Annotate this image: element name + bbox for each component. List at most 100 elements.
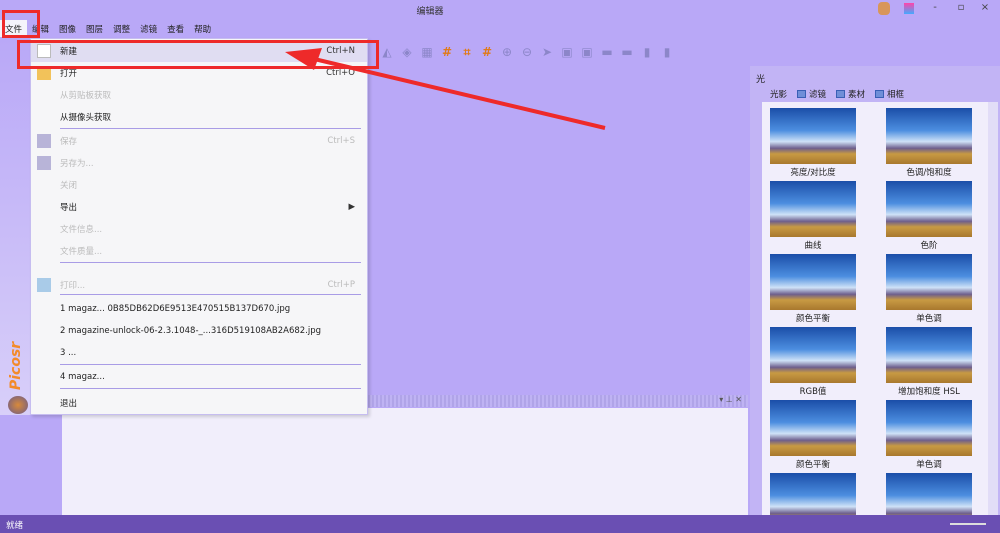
menu-item[interactable]: 文件信息... [31, 218, 367, 240]
menu-item[interactable]: 新建 Ctrl+N [31, 40, 367, 62]
slice-icon[interactable]: # [480, 45, 494, 59]
align-bottom-icon[interactable]: ▬ [600, 45, 614, 59]
lower-panel-header: ▾ ⊥ ✕ [368, 395, 748, 407]
tab-filter[interactable]: 滤镜 [797, 88, 826, 100]
effect-thumbnail[interactable] [770, 327, 856, 383]
menu-item[interactable]: 打印... Ctrl+P [31, 274, 367, 296]
tab-frame[interactable]: 相框 [875, 88, 904, 100]
menu-item-label: 导出 [60, 203, 78, 213]
maximize-button[interactable]: ▫ [952, 2, 970, 16]
effect-label: 单色调 [916, 314, 942, 324]
menu-item[interactable]: 文件质量... [31, 240, 367, 262]
menu-item-shortcut: ▶ [348, 202, 355, 212]
menu-item[interactable]: 导出 ▶ [31, 196, 367, 218]
toolbar: ◭ ◈ ▦ # ⌗ # ⊕ ⊖ ➤ ▣ ▣ ▬ ▬ ▮ ▮ [380, 42, 674, 62]
distribute-icon[interactable]: ▣ [580, 45, 594, 59]
minimize-button[interactable]: - [926, 2, 944, 16]
effect-thumbnail[interactable] [770, 181, 856, 237]
effect-label: 亮度/对比度 [790, 168, 836, 178]
scrollbar[interactable] [988, 102, 998, 515]
menu-item-shortcut: Ctrl+O [326, 68, 355, 78]
panel-tabs: 光影 滤镜 素材 相框 [770, 88, 904, 100]
menu-item-shortcut: Ctrl+S [327, 136, 355, 146]
menu-item-label: 另存为... [60, 159, 94, 169]
effect-label: 曲线 [804, 241, 822, 251]
menu-file[interactable]: 文件 [0, 20, 28, 37]
effect-thumbnail[interactable] [886, 327, 972, 383]
menu-item[interactable]: 退出 [31, 392, 367, 414]
zoom-slider[interactable] [950, 523, 986, 525]
effect-thumbnail[interactable] [886, 254, 972, 310]
skin-icon[interactable] [904, 3, 914, 14]
menu-item[interactable]: 4 magaz... [31, 366, 367, 388]
title-bar: 编辑器 - ▫ × [0, 0, 1000, 18]
tab-icon [797, 90, 807, 98]
tab-label: 素材 [848, 90, 866, 100]
align-top-icon[interactable]: ▬ [620, 45, 634, 59]
user-avatar-icon[interactable] [878, 2, 890, 15]
menu-item-label: 从摄像头获取 [60, 113, 112, 123]
tab-label: 相框 [887, 90, 905, 100]
menu-item[interactable]: 1 magaz... 0B85DB62D6E9513E470515B137D67… [31, 298, 367, 320]
effect-thumbnail[interactable] [770, 254, 856, 310]
menu-item-label: 2 magazine-unlock-06-2.3.1048-_...316D51… [60, 326, 322, 336]
effect-thumbnail[interactable] [886, 108, 972, 164]
menu-item-label: 关闭 [60, 181, 78, 191]
panel-controls-icon[interactable]: ▾ ⊥ ✕ [719, 395, 742, 404]
menu-item[interactable]: 从剪贴板获取 [31, 84, 367, 106]
align-right-icon[interactable]: ▮ [640, 45, 654, 59]
settings-gear-icon[interactable] [8, 396, 28, 414]
menu-item-label: 4 magaz... [60, 372, 105, 382]
grid-icon[interactable]: ▦ [420, 45, 434, 59]
tab-light[interactable]: 光影 [770, 88, 787, 100]
file-menu-dropdown: 新建 Ctrl+N 打开 Ctrl+O 从剪贴板获取从摄像头获取 保存 Ctrl+S 另存为.… [30, 38, 368, 415]
chart-icon[interactable]: ▮ [660, 45, 674, 59]
menu-bar: 文件 编辑 图像 图层 调整 滤镜 查看 帮助 [0, 20, 400, 37]
effect-thumbnail[interactable] [886, 473, 972, 515]
lower-panel [62, 408, 748, 515]
new-file-icon [37, 44, 51, 58]
crop-icon[interactable]: ⌗ [460, 45, 474, 59]
rotate-icon[interactable]: ◭ [380, 45, 394, 59]
pointer-icon[interactable]: ➤ [540, 45, 554, 59]
menu-item[interactable]: 另存为... [31, 152, 367, 174]
menu-filter[interactable]: 滤镜 [135, 20, 162, 37]
menu-edit[interactable]: 编辑 [27, 20, 54, 37]
close-button[interactable]: × [976, 2, 994, 16]
menu-item[interactable]: 2 magazine-unlock-06-2.3.1048-_...316D51… [31, 320, 367, 342]
menu-image[interactable]: 图像 [54, 20, 81, 37]
menu-separator [60, 262, 361, 263]
effect-label: 单色调 [916, 460, 942, 470]
menu-item-label: 退出 [60, 399, 78, 409]
menu-adjust[interactable]: 调整 [108, 20, 135, 37]
effect-thumbnail[interactable] [770, 400, 856, 456]
save-icon [37, 134, 51, 148]
effect-thumbnail[interactable] [886, 400, 972, 456]
menu-help[interactable]: 帮助 [189, 20, 216, 37]
flip-icon[interactable]: ◈ [400, 45, 414, 59]
effect-thumbnail[interactable] [770, 473, 856, 515]
menu-item[interactable]: 关闭 [31, 174, 367, 196]
effect-thumbnail[interactable] [770, 108, 856, 164]
menu-item[interactable]: 3 ... [31, 342, 367, 364]
save-as-icon [37, 156, 51, 170]
menu-item-label: 保存 [60, 137, 78, 147]
effect-thumbnail[interactable] [886, 181, 972, 237]
zoom-in-icon[interactable]: ⊕ [500, 45, 514, 59]
align-icon[interactable]: ▣ [560, 45, 574, 59]
zoom-out-icon[interactable]: ⊖ [520, 45, 534, 59]
menu-layer[interactable]: 图层 [81, 20, 108, 37]
menu-item-label: 3 ... [60, 348, 77, 358]
effect-label: 增加饱和度 HSL [898, 387, 960, 397]
effect-label: 色阶 [920, 241, 938, 251]
menu-item[interactable]: 打开 Ctrl+O [31, 62, 367, 84]
menu-item[interactable]: 保存 Ctrl+S [31, 130, 367, 152]
menu-view[interactable]: 查看 [162, 20, 189, 37]
crop-grid-icon[interactable]: # [440, 45, 454, 59]
picosr-logo: Picosr [8, 341, 24, 390]
menu-item-shortcut: Ctrl+P [327, 280, 355, 290]
tab-label: 光影 [770, 90, 788, 100]
menu-item[interactable]: 从摄像头获取 [31, 106, 367, 128]
tab-material[interactable]: 素材 [836, 88, 865, 100]
menu-separator [60, 364, 361, 365]
